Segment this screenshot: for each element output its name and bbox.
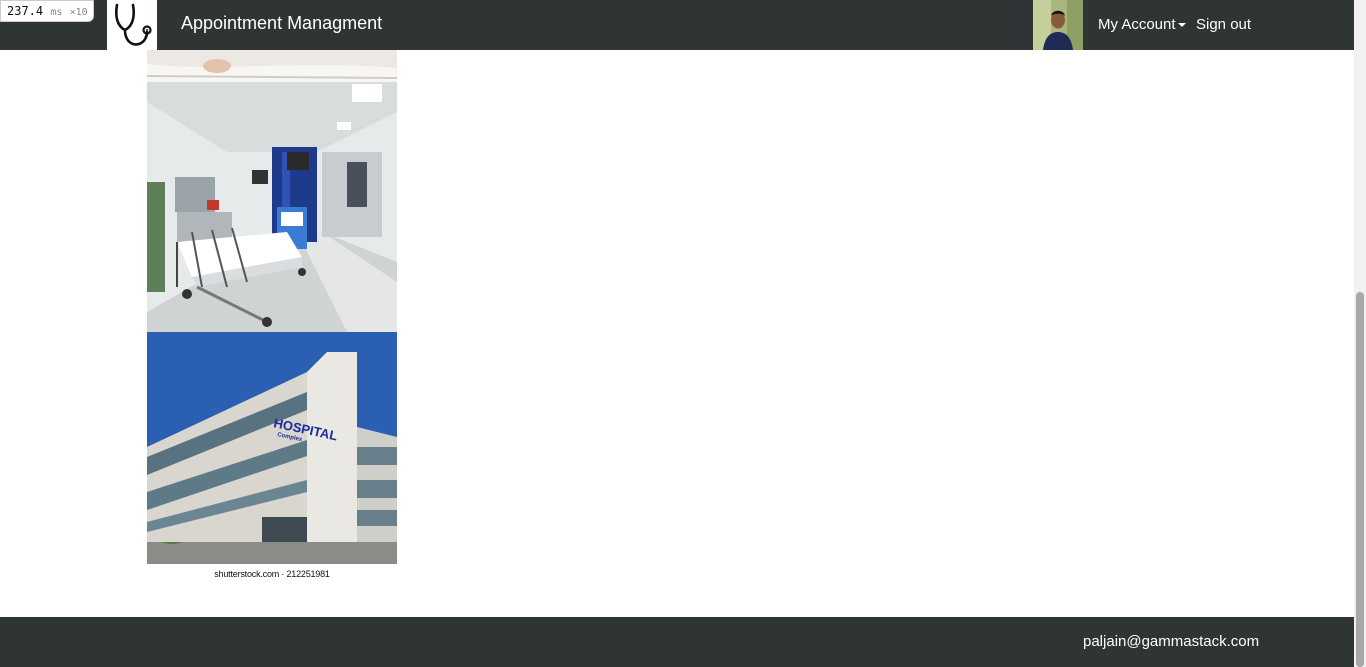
perf-unit: ms	[50, 7, 63, 18]
hospital-ward-image	[147, 82, 397, 332]
stethoscope-icon[interactable]	[107, 0, 157, 50]
footer-email: paljain@gammastack.com	[1083, 633, 1260, 650]
perf-multiplier: ×10	[69, 7, 88, 18]
image-caption: shutterstock.com · 212251981	[214, 569, 330, 579]
my-account-dropdown[interactable]: My Account	[1098, 16, 1186, 33]
sign-out-link[interactable]: Sign out	[1196, 16, 1251, 33]
perf-badge: 237.4 ms ×10	[0, 0, 94, 22]
user-avatar[interactable]	[1033, 0, 1083, 50]
top-navbar: Appointment Managment My Account Sign ou…	[0, 0, 1354, 50]
app-title[interactable]: Appointment Managment	[181, 13, 382, 34]
perf-value: 237.4	[7, 4, 44, 18]
caret-down-icon	[1177, 23, 1186, 28]
my-account-label: My Account	[1098, 16, 1176, 33]
footer: paljain@gammastack.com	[0, 617, 1354, 667]
scrollbar-thumb[interactable]	[1356, 292, 1364, 667]
hospital-bed-image	[147, 50, 397, 82]
vertical-scrollbar[interactable]	[1354, 0, 1366, 667]
page: Appointment Managment My Account Sign ou…	[0, 0, 1366, 667]
hospital-building-image: HOSPITAL Complex	[147, 332, 397, 564]
